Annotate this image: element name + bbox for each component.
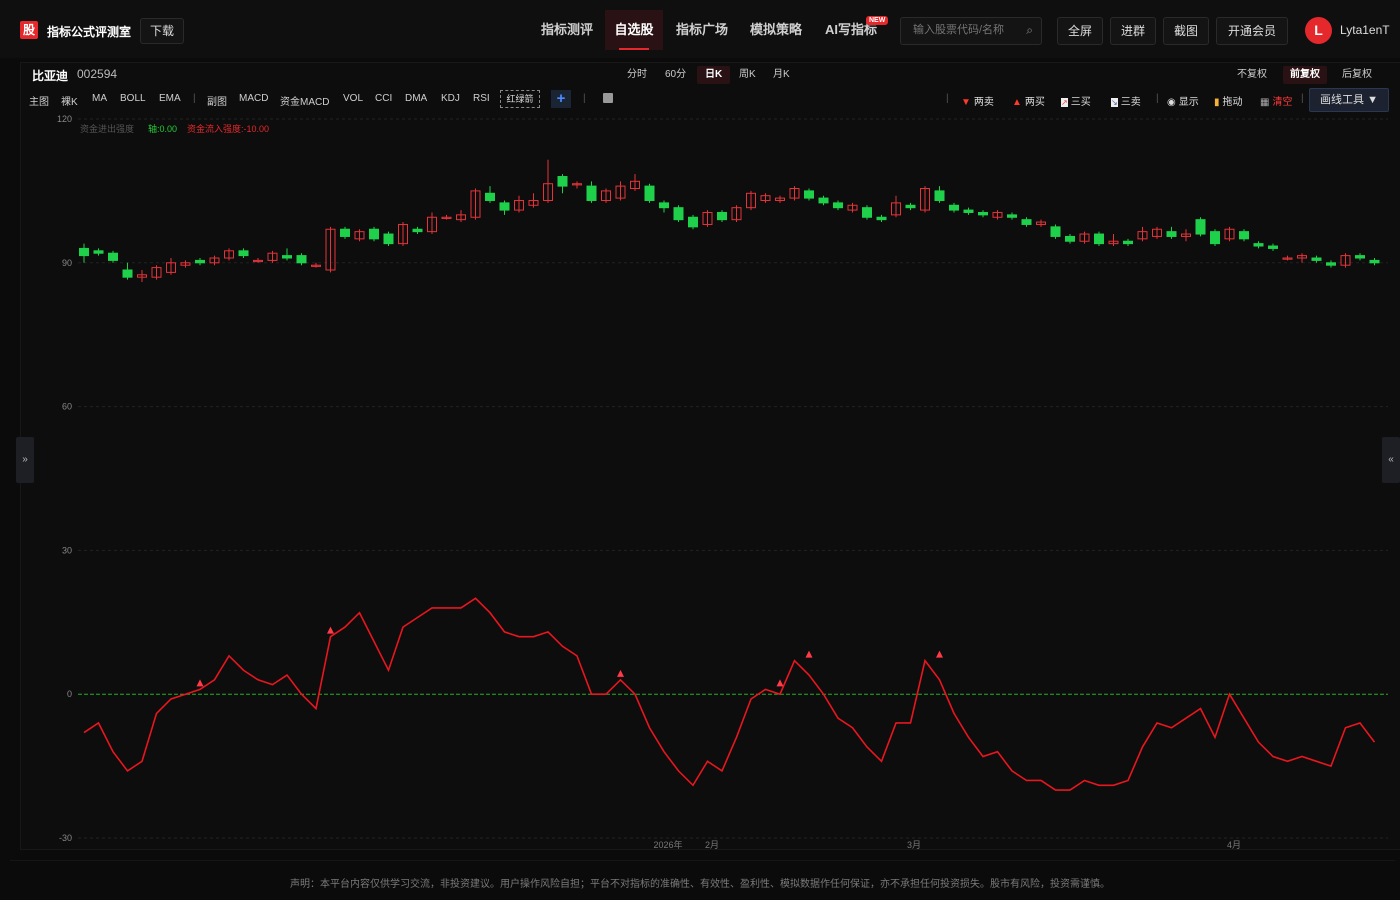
nav-item-indicator-square[interactable]: 指标广场	[667, 10, 737, 50]
indicator-main-label: 主图	[29, 97, 49, 108]
indicator-kdj[interactable]: KDJ	[441, 93, 460, 104]
two-buy-label: 两买	[1024, 97, 1045, 108]
period-tab-intraday[interactable]: 分时	[619, 66, 655, 84]
indicator-rsi[interactable]: RSI	[473, 93, 490, 104]
adjust-backward[interactable]: 后复权	[1335, 66, 1379, 84]
clear-label: 清空	[1272, 97, 1293, 108]
drag-toggle[interactable]: ▮ 拖动	[1214, 93, 1243, 108]
add-indicator-button[interactable]: +	[551, 90, 571, 108]
show-toggle[interactable]: ◉ 显示	[1167, 93, 1199, 108]
line-chart-icon: ↘	[1111, 98, 1118, 107]
nav-item-indicator-test[interactable]: 指标测评	[530, 10, 604, 50]
eye-icon: ◉	[1167, 97, 1176, 108]
two-sell-label: 两卖	[973, 97, 994, 108]
nav-item-watchlist[interactable]: 自选股	[605, 10, 663, 50]
indicator-selected-red-green-arrow[interactable]: 红绿箭	[500, 90, 540, 108]
lock-icon: ▮	[1214, 97, 1220, 108]
save-icon[interactable]	[603, 93, 613, 103]
period-tab-weekly[interactable]: 周K	[731, 66, 764, 84]
chart-panel	[20, 62, 1400, 850]
adjust-forward[interactable]: 前复权	[1283, 66, 1327, 84]
period-tab-60min[interactable]: 60分	[657, 66, 694, 84]
separator: |	[193, 93, 196, 104]
indicator-cci[interactable]: CCI	[375, 93, 392, 104]
indicator-sub-label: 副图	[207, 97, 227, 108]
search-input[interactable]	[911, 23, 1025, 37]
stock-name: 比亚迪	[32, 69, 69, 83]
indicator-boll[interactable]: BOLL	[120, 93, 146, 104]
show-label: 显示	[1178, 97, 1199, 108]
two-sell-toggle[interactable]: ▼ 两卖	[961, 93, 994, 108]
three-buy-toggle[interactable]: ↗ 三买	[1061, 93, 1091, 108]
separator: |	[946, 93, 949, 104]
clear-button[interactable]: ▦ 清空	[1260, 93, 1292, 108]
line-chart-icon: ↗	[1061, 98, 1068, 107]
indicator-ma[interactable]: MA	[92, 93, 107, 104]
fullscreen-button[interactable]: 全屏	[1057, 17, 1103, 45]
drawing-tools-button[interactable]: 画线工具 ▼	[1309, 88, 1389, 112]
adjust-none[interactable]: 不复权	[1230, 66, 1274, 84]
username[interactable]: Lyta1enT	[1340, 23, 1390, 37]
down-triangle-icon: ▼	[961, 97, 971, 108]
app-logo: 股	[20, 21, 38, 39]
indicator-bare-k[interactable]: 裸K	[61, 93, 78, 108]
three-sell-label: 三卖	[1120, 97, 1141, 108]
indicator-ema[interactable]: EMA	[159, 93, 181, 104]
disclaimer: 声明：本平台内容仅供学习交流，非投资建议。用户操作风险自担；平台不对指标的准确性…	[290, 879, 1110, 890]
expand-right-button[interactable]: «	[1382, 437, 1400, 483]
search-icon[interactable]: ⌕	[1026, 23, 1033, 38]
expand-left-button[interactable]: »	[16, 437, 34, 483]
up-triangle-icon: ▲	[1012, 97, 1022, 108]
drag-label: 拖动	[1222, 97, 1243, 108]
period-tab-monthly[interactable]: 月K	[765, 66, 798, 84]
stock-code: 002594	[77, 67, 118, 81]
new-badge: NEW	[866, 16, 889, 25]
indicator-macd[interactable]: MACD	[239, 93, 268, 104]
indicator-dma[interactable]: DMA	[405, 93, 427, 104]
indicator-vol[interactable]: VOL	[343, 93, 363, 104]
nav-item-sim-strategy[interactable]: 模拟策略	[740, 10, 812, 50]
trash-icon: ▦	[1260, 97, 1270, 108]
footer-divider	[10, 860, 1395, 861]
avatar[interactable]: L	[1305, 17, 1332, 44]
app-title: 指标公式评测室	[47, 25, 132, 39]
stock-search[interactable]: ⌕	[900, 17, 1042, 45]
separator: |	[1301, 93, 1304, 104]
download-button[interactable]: 下载	[140, 18, 184, 44]
separator: |	[1156, 93, 1159, 104]
membership-button[interactable]: 开通会员	[1216, 17, 1288, 45]
three-buy-label: 三买	[1070, 97, 1091, 108]
indicator-fund-macd[interactable]: 资金MACD	[280, 93, 329, 108]
period-tab-daily[interactable]: 日K	[697, 66, 731, 84]
two-buy-toggle[interactable]: ▲ 两买	[1012, 93, 1045, 108]
three-sell-toggle[interactable]: ↘ 三卖	[1111, 93, 1141, 108]
screenshot-button[interactable]: 截图	[1163, 17, 1209, 45]
join-group-button[interactable]: 进群	[1110, 17, 1156, 45]
separator: |	[583, 93, 586, 104]
